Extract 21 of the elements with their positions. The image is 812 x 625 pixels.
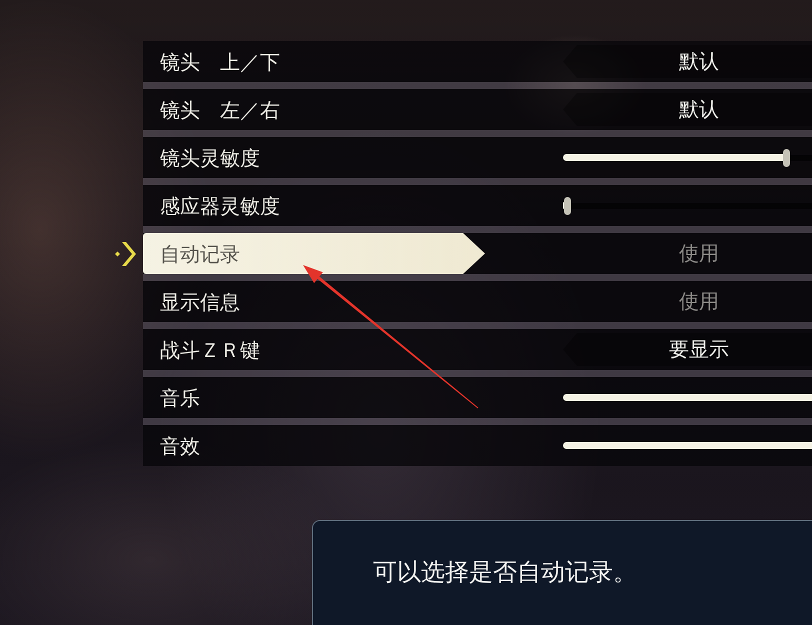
settings-row[interactable]: 镜头 上／下 默认: [143, 41, 812, 82]
setting-label: 感应器灵敏度: [160, 192, 280, 218]
settings-row[interactable]: 战斗ＺＲ键 要显示: [143, 329, 812, 370]
settings-row[interactable]: 镜头 左／右 默认: [143, 89, 812, 130]
setting-label: 战斗ＺＲ键: [160, 336, 260, 362]
settings-row[interactable]: 镜头灵敏度: [143, 137, 812, 178]
setting-label: 镜头 左／右: [160, 96, 280, 122]
selection-cursor-icon: [115, 242, 136, 266]
setting-label: 音效: [160, 432, 200, 458]
setting-label: 音乐: [160, 384, 200, 410]
settings-row[interactable]: 感应器灵敏度: [143, 185, 812, 226]
option-selector[interactable]: 默认: [563, 93, 812, 126]
setting-label: 镜头 上／下: [160, 48, 280, 74]
description-text: 可以选择是否自动记录。: [373, 558, 637, 586]
slider-fill[interactable]: [563, 148, 790, 166]
setting-label: 镜头灵敏度: [160, 144, 260, 170]
slider-fill[interactable]: [563, 196, 571, 214]
option-selector[interactable]: 要显示: [563, 333, 812, 366]
setting-label: 显示信息: [160, 288, 240, 314]
setting-label: 自动记录: [143, 233, 485, 274]
option-selector[interactable]: 默认: [563, 45, 812, 78]
